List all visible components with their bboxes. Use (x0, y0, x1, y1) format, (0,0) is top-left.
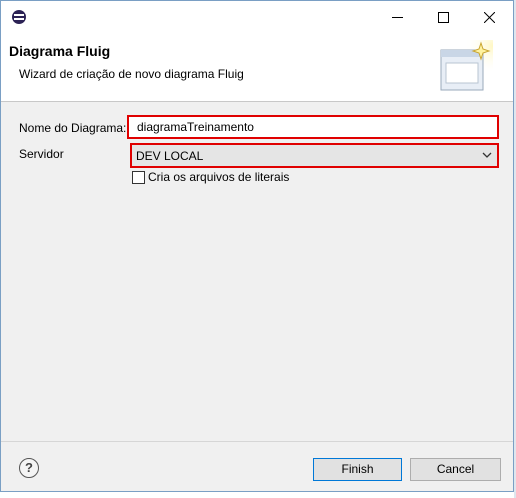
wizard-dialog: Diagrama Fluig Wizard de criação de novo… (0, 0, 514, 492)
chevron-down-icon (482, 152, 492, 158)
minimize-icon (392, 17, 403, 18)
wizard-title: Diagrama Fluig (9, 43, 111, 59)
minimize-button[interactable] (375, 1, 421, 33)
server-select[interactable]: DEV LOCAL (130, 143, 499, 168)
finish-button[interactable]: Finish (313, 458, 402, 481)
server-label: Servidor (19, 147, 64, 161)
close-button[interactable] (467, 1, 513, 33)
wizard-banner: Diagrama Fluig Wizard de criação de novo… (1, 33, 513, 102)
help-button[interactable]: ? (19, 458, 39, 478)
server-select-value: DEV LOCAL (136, 149, 204, 163)
literals-checkbox-label: Cria os arquivos de literais (148, 170, 290, 184)
wizard-description: Wizard de criação de novo diagrama Fluig (19, 67, 244, 81)
footer-divider (1, 441, 513, 442)
cancel-button[interactable]: Cancel (410, 458, 501, 481)
title-bar[interactable] (1, 1, 513, 33)
diagram-name-input[interactable] (127, 115, 499, 139)
literals-checkbox[interactable] (132, 171, 145, 184)
diagram-name-label: Nome do Diagrama: (19, 121, 127, 135)
maximize-button[interactable] (421, 1, 467, 33)
wizard-banner-icon (440, 40, 493, 91)
eclipse-icon (12, 10, 26, 24)
maximize-icon (438, 12, 449, 23)
close-icon (484, 12, 495, 23)
